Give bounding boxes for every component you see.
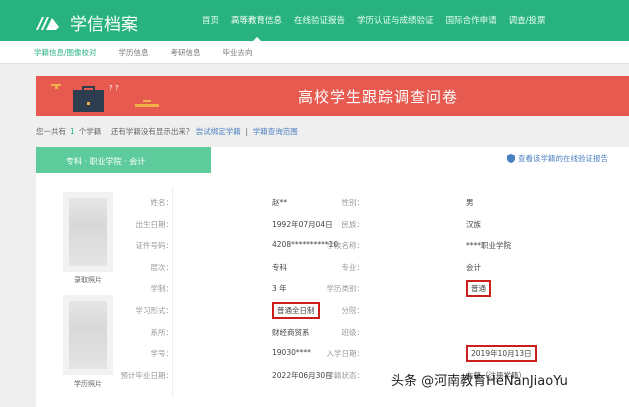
field-label: 班级： — [341, 327, 365, 337]
field-label: 出生日期： — [135, 219, 174, 229]
verify-report-text: 查看该学籍的在线验证报告 — [518, 154, 608, 163]
menu-home[interactable]: 首页 — [202, 14, 219, 26]
field-label: 民族： — [341, 219, 365, 229]
field-label: 学制： — [150, 284, 174, 294]
field-label: 性别： — [341, 198, 365, 207]
info-prefix: 您一共有 — [36, 127, 66, 136]
field-value: 会计 — [466, 262, 481, 272]
field-value: 2019年10月13日 — [466, 345, 537, 363]
logo-icon — [36, 16, 59, 30]
tab-postgrad-info[interactable]: 考研信息 — [171, 47, 201, 58]
field-label: 系所： — [150, 327, 174, 337]
watermark: 头条 @河南教育HeNanJiaoYu — [391, 374, 568, 389]
record-card: 专科 · 职业学院 · 会计 查看该学籍的在线验证报告 录取照片 学历照片 姓名… — [36, 147, 629, 407]
field-label: 学籍状态： — [326, 370, 365, 380]
menu-higher-education[interactable]: 高等教育信息 — [231, 14, 282, 41]
briefcase-icon: ? ? — [51, 84, 159, 112]
banner-title: 高校学生跟踪调查问卷 — [298, 88, 459, 106]
field-value: 汉族 — [466, 219, 481, 229]
field-label: 学习形式： — [135, 306, 174, 315]
menu-certification[interactable]: 学历认证与成绩验证 — [357, 14, 434, 26]
query-scope-link[interactable]: 学籍查询范围 — [253, 127, 298, 136]
logo[interactable]: 学信档案 — [34, 10, 138, 35]
menu-survey[interactable]: 调查/投票 — [509, 14, 546, 26]
field-label: 层次： — [150, 262, 174, 272]
tab-degree-info[interactable]: 学历信息 — [119, 47, 149, 58]
menu-international[interactable]: 国际合作申请 — [446, 14, 497, 26]
tab-student-status[interactable]: 学籍信息/图像校对 — [34, 47, 97, 58]
menu-online-report[interactable]: 在线验证报告 — [294, 14, 345, 26]
field-label: 姓名： — [150, 198, 174, 207]
record-count: 1 — [70, 127, 75, 136]
verify-report-link[interactable]: 查看该学籍的在线验证报告 — [507, 153, 608, 164]
top-nav: 学信档案 首页 高等教育信息 在线验证报告 学历认证与成绩验证 国际合作申请 调… — [0, 0, 629, 41]
svg-text:? ?: ? ? — [109, 84, 119, 92]
field-label: 证件号码： — [135, 241, 174, 251]
sub-nav: 学籍信息/图像校对 学历信息 考研信息 毕业去向 — [0, 41, 629, 64]
logo-text: 学信档案 — [70, 15, 138, 35]
separator: | — [245, 127, 249, 136]
tab-graduation-destination[interactable]: 毕业去向 — [223, 47, 253, 58]
survey-banner[interactable]: ? ? 高校学生跟踪调查问卷 — [36, 76, 629, 116]
info-question: 还有学籍没有显示出来？ — [110, 127, 194, 136]
field-label: 入学日期： — [326, 349, 365, 359]
field-value: 男 — [466, 198, 474, 207]
field-value: 普通 — [466, 280, 491, 298]
field-label: 专业： — [341, 262, 365, 272]
field-label: 学号： — [150, 349, 174, 359]
info-line: 您一共有 1 个学籍 还有学籍没有显示出来？ 尝试绑定学籍 | 学籍查询范围 — [36, 126, 298, 137]
bind-record-link[interactable]: 尝试绑定学籍 — [196, 127, 241, 136]
field-label: 学校名称： — [326, 241, 365, 251]
shield-icon — [507, 154, 515, 163]
field-label: 预计毕业日期： — [120, 370, 174, 380]
info-suffix: 个学籍 — [78, 127, 102, 136]
record-tab[interactable]: 专科 · 职业学院 · 会计 — [36, 147, 211, 173]
field-label: 学历类别： — [326, 284, 365, 294]
field-value: ****职业学院 — [466, 241, 511, 251]
main-menu: 首页 高等教育信息 在线验证报告 学历认证与成绩验证 国际合作申请 调查/投票 — [202, 14, 546, 41]
field-label: 分院： — [341, 306, 365, 315]
